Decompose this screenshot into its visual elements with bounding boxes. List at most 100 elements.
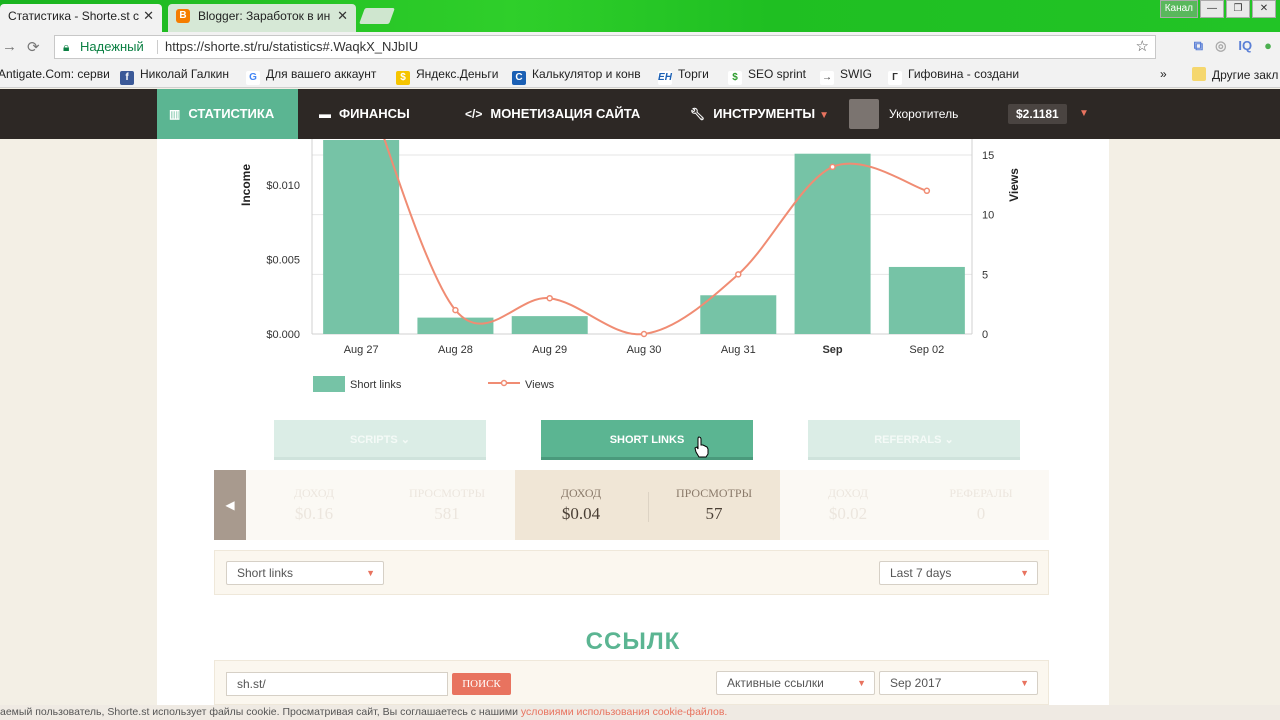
new-tab-button[interactable] (359, 8, 395, 24)
bookmark[interactable]: G Для вашего аккаунт (246, 67, 376, 85)
nav-tools[interactable]: 🔧︎ ИНСТРУМЕНТЫ ▼ (690, 89, 829, 139)
bookmarks-bar: Antigate.Com: серви f Николай Галкин G Для… (0, 62, 1280, 88)
window-controls: Канал — ❐ ✕ (1159, 0, 1276, 18)
views-point (923, 187, 931, 195)
stat-label: РЕФЕРАЛЫ (949, 486, 1013, 500)
chart-icon: ▥ (169, 107, 181, 121)
type-select[interactable]: Short links ▼ (226, 561, 384, 585)
cookie-terms-link[interactable]: условиями использования cookie-файлов. (521, 706, 727, 718)
bar (888, 266, 965, 334)
extension-icon[interactable]: ⧉ (1194, 38, 1203, 54)
x-tick-label: Aug 27 (344, 344, 379, 356)
gifovina-icon: Г (888, 71, 902, 85)
stat-label: ДОХОД (560, 486, 602, 500)
forward-icon[interactable]: → (2, 38, 17, 55)
torgi-icon: EH (658, 71, 672, 85)
close-icon[interactable]: ✕ (143, 4, 154, 28)
y2-axis-title: Views (1007, 168, 1021, 202)
bookmark[interactable]: $ Яндекс.Деньги (396, 67, 498, 85)
stats-short-links: ДОХОД $0.04 ПРОСМОТРЫ 57 (515, 470, 780, 540)
caret-down-icon: ⌄ (400, 434, 410, 446)
wrench-icon: 🔧︎ (690, 107, 706, 121)
card-icon: ▬ (319, 107, 331, 121)
bookmark[interactable]: Г Гифовина - создани (888, 67, 1019, 85)
code-icon: </> (465, 107, 483, 121)
stat-label: ДОХОД (827, 486, 869, 500)
bookmark[interactable]: EH Торги (658, 67, 709, 85)
y-tick-label: $0.000 (266, 329, 300, 341)
month-select[interactable]: Sep 2017 ▼ (879, 671, 1038, 695)
tab-blogger[interactable]: B Blogger: Заработок в ин ✕ (168, 4, 356, 32)
bookmark[interactable]: $ SEO sprint (728, 67, 806, 85)
search-input[interactable]: sh.st/ (226, 672, 448, 696)
views-point (829, 163, 836, 171)
close-window-icon[interactable]: ✕ (1252, 0, 1276, 18)
address-bar: → ⟳ 🔒︎ Надежный https://shorte.st/ru/sta… (0, 32, 1280, 62)
url-text: https://shorte.st/ru/statistics#.WaqkX_N… (165, 39, 419, 54)
referrals-toggle[interactable]: REFERRALS ⌄ (808, 420, 1020, 460)
tab-title: Статистика - Shorte.st c (8, 9, 140, 23)
blogger-icon: B (176, 9, 190, 23)
other-bookmarks[interactable]: Другие закл (1192, 67, 1278, 82)
avatar[interactable] (849, 99, 879, 129)
x-tick-label: Sep (822, 344, 842, 356)
stats-scripts: ДОХОД $0.16 ПРОСМОТРЫ 581 (246, 470, 515, 540)
bookmark[interactable]: f Николай Галкин (120, 67, 229, 85)
period-select[interactable]: Last 7 days ▼ (879, 561, 1038, 585)
folder-icon (1192, 67, 1206, 81)
caret-down-icon: ▼ (366, 568, 375, 578)
bookmark-star-icon[interactable]: ☆ (1136, 36, 1149, 58)
stat-value: $0.04 (561, 504, 601, 523)
bookmark[interactable]: Antigate.Com: серви (0, 67, 110, 81)
browser-tabstrip: Статистика - Shorte.st c ✕ B Blogger: За… (0, 0, 1280, 32)
y2-tick-label: 10 (982, 210, 994, 222)
nav-finance[interactable]: ▬ ФИНАНСЫ (319, 89, 410, 139)
prev-arrow-button[interactable]: ◀ (214, 470, 246, 540)
legend-swatch-views-point (500, 379, 508, 387)
url-field[interactable]: 🔒︎ Надежный https://shorte.st/ru/statist… (54, 35, 1156, 59)
bookmark[interactable]: C Калькулятор и конв (512, 67, 641, 85)
stat-value: $0.02 (828, 504, 868, 523)
status-select[interactable]: Активные ссылки ▼ (716, 671, 875, 695)
bar (323, 140, 400, 334)
reload-icon[interactable]: ⟳ (27, 38, 40, 56)
user-name[interactable]: Укоротитель (889, 89, 958, 139)
caret-down-icon: ▼ (819, 110, 830, 121)
search-button[interactable]: ПОИСК (452, 673, 511, 695)
bookmarks-overflow-icon[interactable]: » (1160, 67, 1167, 81)
tab-statistics[interactable]: Статистика - Shorte.st c ✕ (0, 4, 162, 32)
stat-label: ПРОСМОТРЫ (675, 486, 753, 500)
yandex-money-icon: $ (396, 71, 410, 85)
extension-icons: ⧉ ◎ IQ ● (1194, 38, 1272, 54)
extension-icon[interactable]: ● (1264, 38, 1272, 54)
extension-icon[interactable]: ◎ (1215, 38, 1226, 54)
profile-button[interactable]: Канал (1159, 0, 1198, 18)
maximize-icon[interactable]: ❐ (1226, 0, 1250, 18)
short-links-toggle[interactable]: SHORT LINKS (541, 420, 753, 460)
bar (700, 295, 777, 334)
facebook-icon: f (120, 71, 134, 85)
lock-icon: 🔒︎ (63, 40, 70, 54)
caret-down-icon: ▼ (857, 678, 866, 688)
y2-tick-label: 0 (982, 329, 988, 341)
seo-sprint-icon: $ (728, 71, 742, 85)
legend-swatch-short-links (313, 376, 345, 392)
iq-extension-icon[interactable]: IQ (1238, 38, 1252, 54)
bookmark[interactable]: → SWIG (820, 67, 872, 85)
nav-monetization[interactable]: </> МОНЕТИЗАЦИЯ САЙТА (465, 89, 640, 139)
bar (794, 153, 871, 334)
stat-label: ПРОСМОТРЫ (408, 486, 486, 500)
x-tick-label: Aug 31 (721, 344, 756, 356)
bar (417, 317, 494, 334)
scripts-toggle[interactable]: SCRIPTS ⌄ (274, 420, 486, 460)
caret-down-icon: ⌄ (944, 434, 954, 446)
nav-statistics[interactable]: ▥ СТАТИСТИКА (157, 89, 298, 139)
close-icon[interactable]: ✕ (337, 4, 348, 28)
calculator-icon: C (512, 71, 526, 85)
minimize-icon[interactable]: — (1200, 0, 1224, 18)
y-tick-label: $0.010 (266, 180, 300, 192)
x-tick-label: Aug 30 (627, 344, 662, 356)
caret-down-icon[interactable]: ▼ (1079, 89, 1089, 139)
caret-down-icon: ▼ (1020, 568, 1029, 578)
stat-value: 0 (976, 504, 986, 523)
